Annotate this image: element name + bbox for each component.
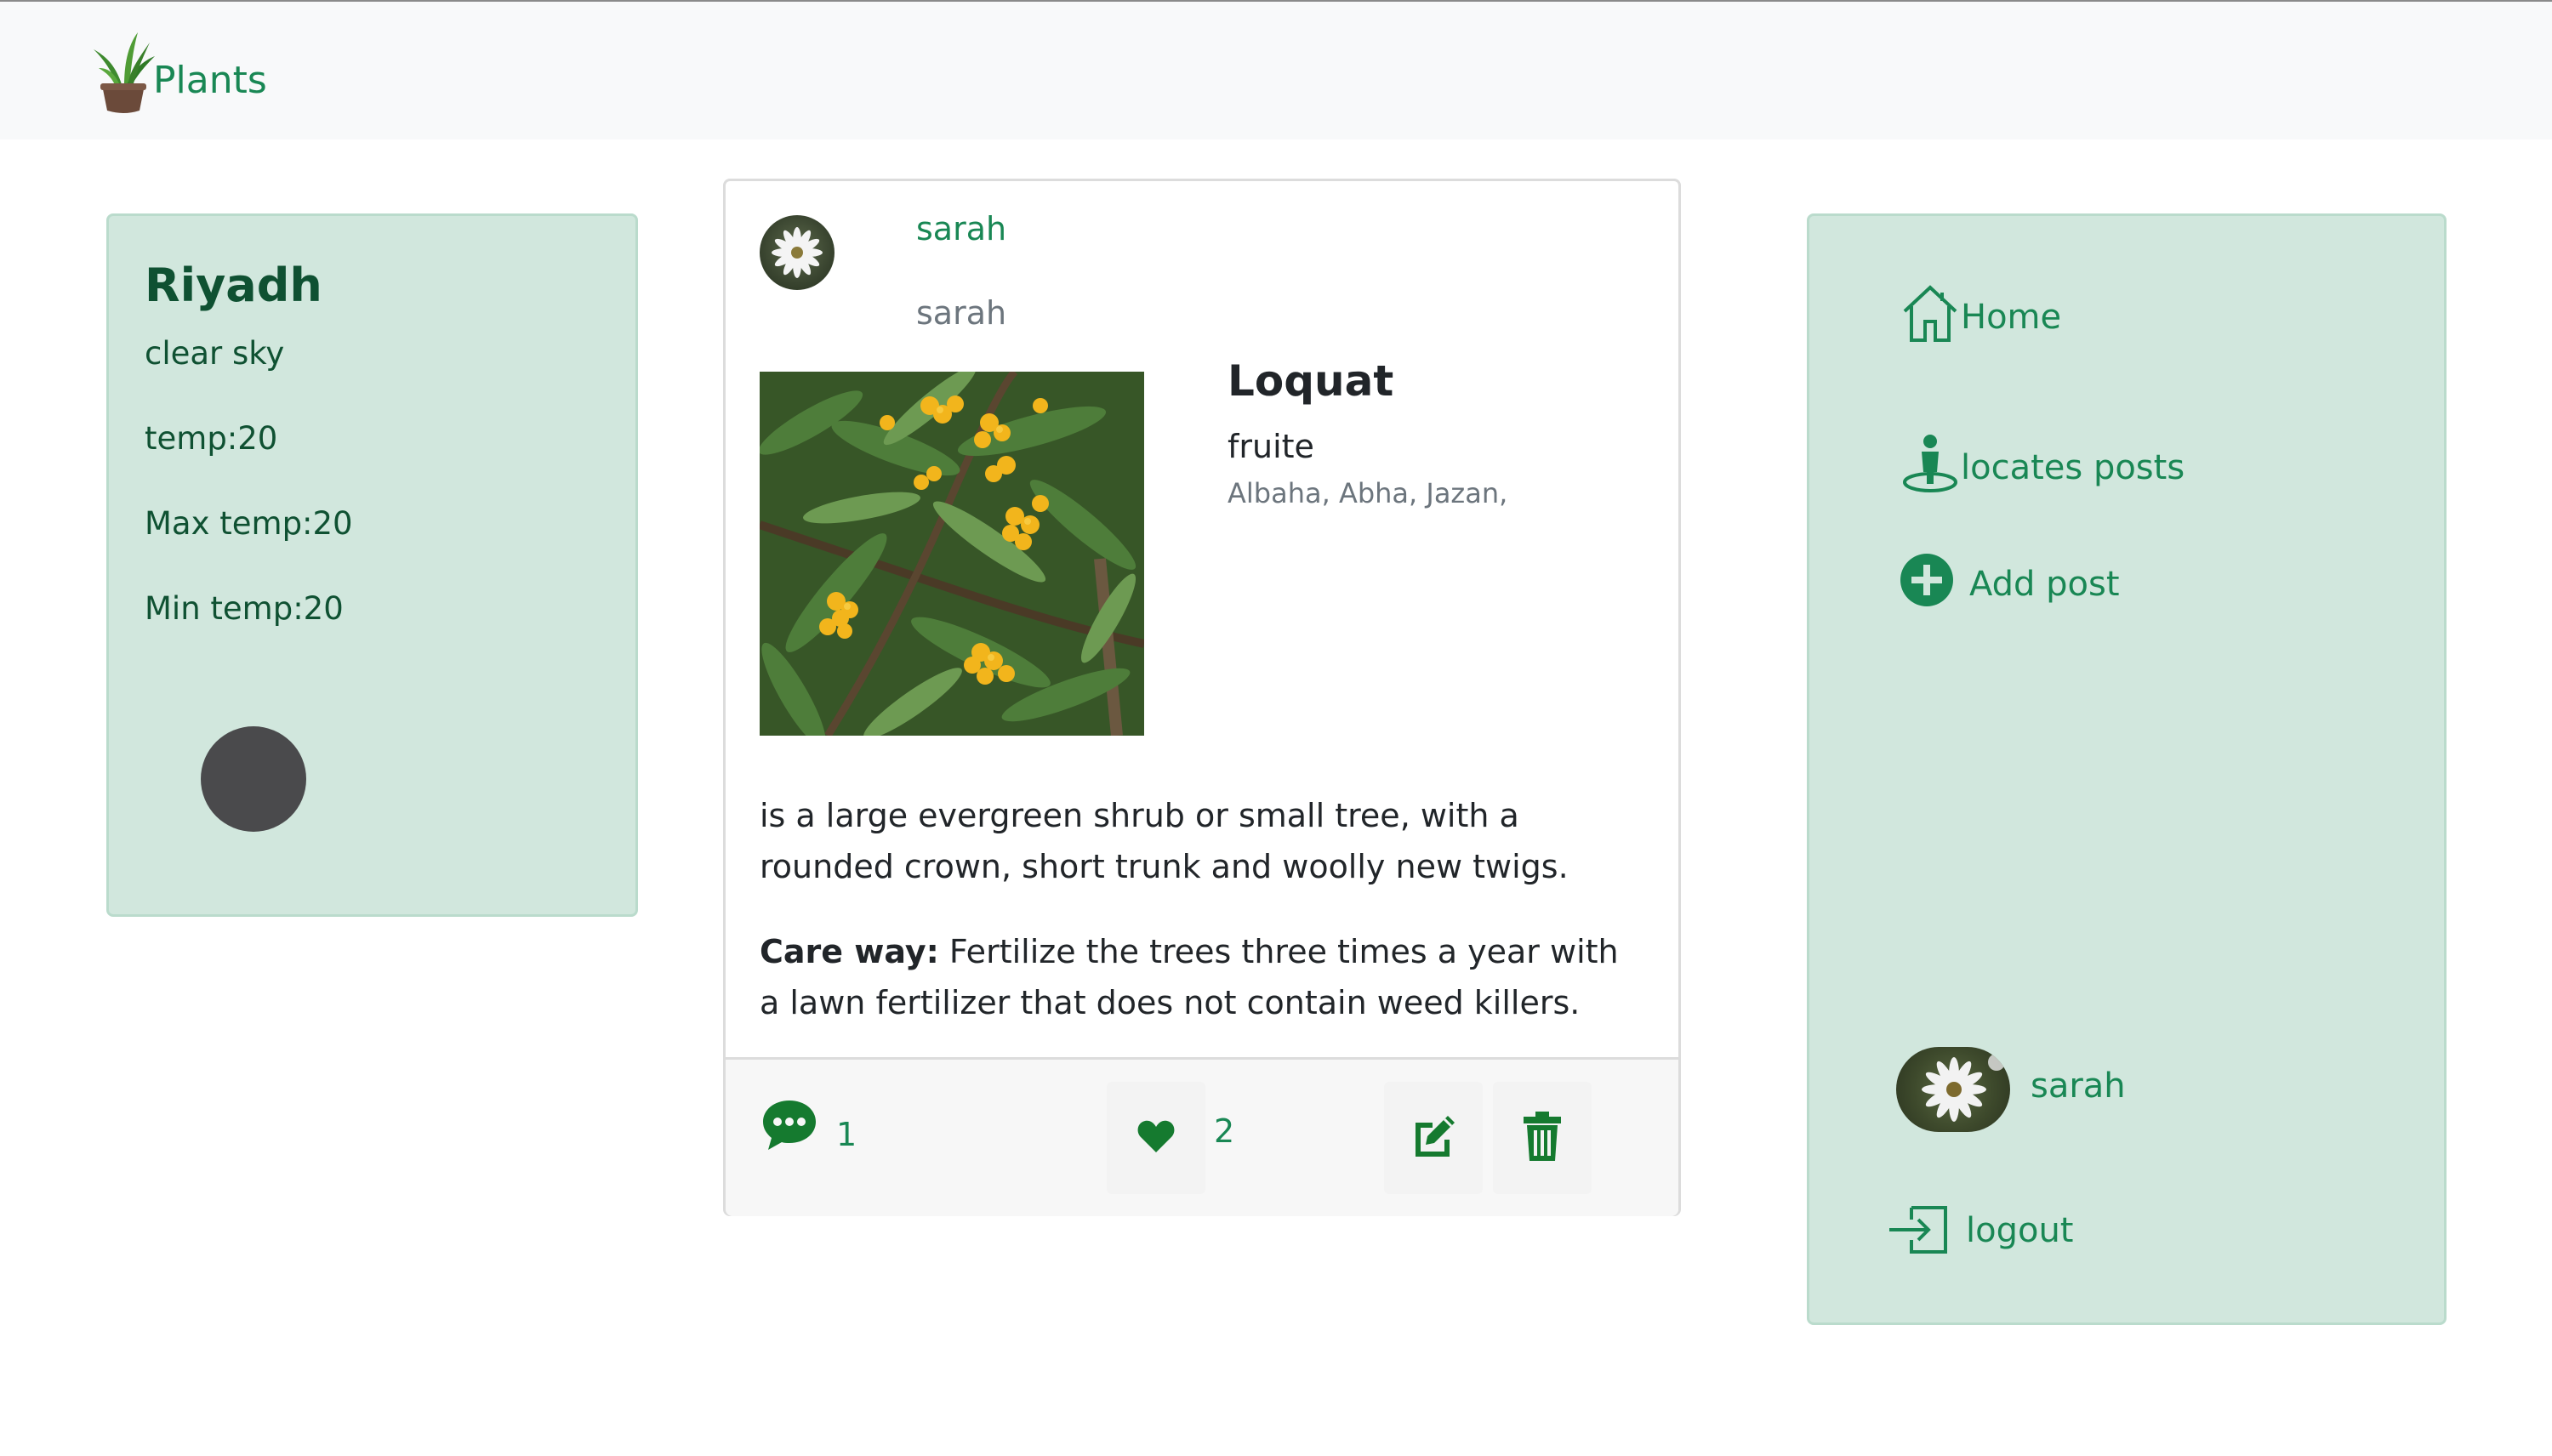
trash-icon [1522,1112,1563,1164]
pencil-square-icon [1410,1114,1456,1162]
plant-regions: Albaha, Abha, Jazan, [1228,477,1508,509]
weather-card: Riyadh clear sky temp:20 Max temp:20 Min… [106,213,638,917]
like-button[interactable] [1107,1082,1205,1194]
likes-count: 2 [1214,1112,1235,1150]
care-instructions: Care way: Fertilize the trees three time… [760,926,1644,1028]
care-label: Care way: [760,933,939,970]
add-post-button[interactable]: Add post [1900,553,2120,616]
plant-type: fruite [1228,428,1314,465]
post-subname: sarah [916,294,1007,332]
plant-image [760,372,1144,736]
logout-button[interactable]: logout [1888,1203,2073,1265]
post-card: sarah sarah Loquat fruite Albaha, Abha, … [723,179,1681,1216]
post-username-link[interactable]: sarah [916,210,1006,247]
weather-min-temp: Min temp:20 [145,590,344,627]
plus-circle-icon [1900,553,1954,616]
weather-temp: temp:20 [145,420,278,457]
heart-icon [1136,1118,1176,1157]
sidebar-item-label: Home [1961,298,2062,337]
weather-description: clear sky [145,335,285,372]
sidebar-item-locates-posts[interactable]: locates posts [1900,433,2185,503]
comments-count: 1 [836,1116,857,1153]
sidebar: Home locates posts Add post sarah logout [1807,213,2447,1325]
weather-icon [201,726,306,832]
chat-dots-icon [761,1099,817,1155]
map-pin-person-icon [1900,433,1961,503]
weather-city: Riyadh [145,259,322,312]
sidebar-username-link[interactable]: sarah [2031,1066,2126,1106]
navbar: Plants [0,0,2552,139]
sidebar-item-label: logout [1966,1211,2074,1250]
post-footer: 1 2 [726,1057,1678,1216]
plant-description: is a large evergreen shrub or small tree… [760,797,1569,885]
house-icon [1900,282,1961,352]
sidebar-item-label: Add post [1969,565,2120,604]
avatar[interactable] [1896,1047,2010,1132]
daisy-avatar-image [772,227,823,278]
delete-button[interactable] [1493,1082,1592,1194]
box-arrow-in-icon [1888,1203,1951,1265]
weather-max-temp: Max temp:20 [145,505,353,542]
sidebar-item-home[interactable]: Home [1900,282,2061,352]
plant-name: Loquat [1228,356,1394,406]
daisy-avatar-image [1922,1054,2005,1122]
brand-text: Plants [153,58,267,102]
sidebar-item-label: locates posts [1961,448,2185,487]
brand-link[interactable]: Plants [90,31,267,117]
comment-button[interactable] [760,1097,819,1157]
edit-button[interactable] [1384,1082,1483,1194]
avatar[interactable] [760,215,835,290]
potted-plant-icon [90,31,157,117]
